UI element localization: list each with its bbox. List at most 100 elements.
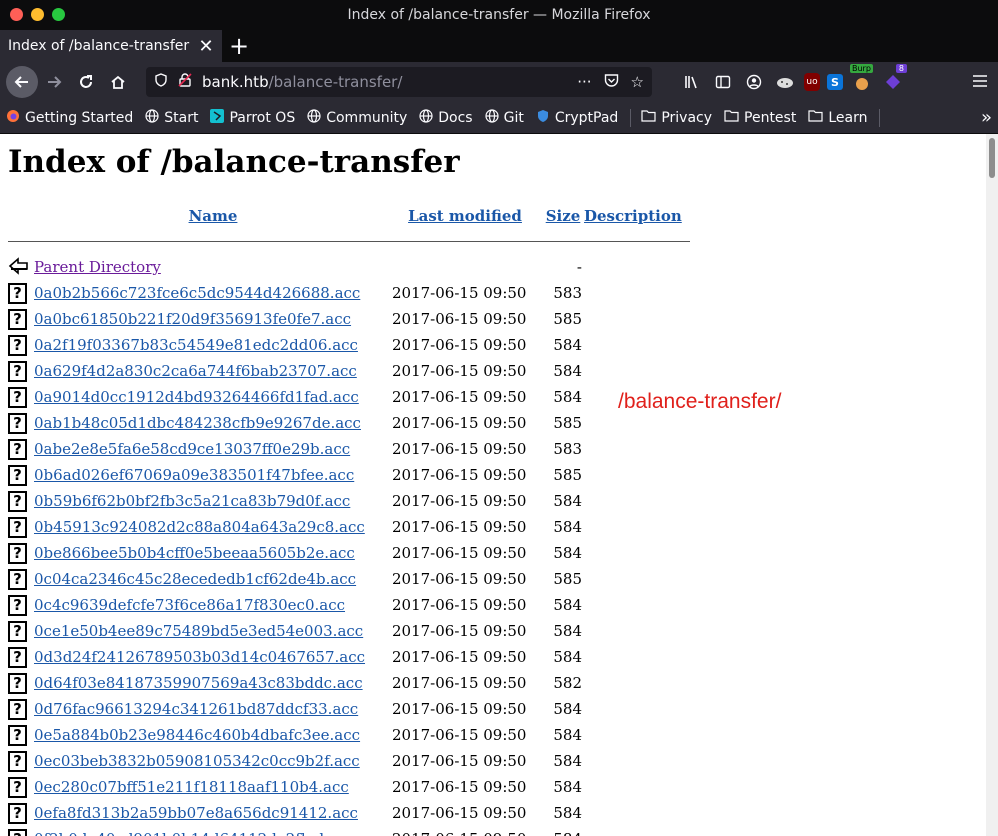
scrollbar-thumb[interactable]	[989, 138, 995, 178]
tab-close-icon[interactable]: ✕	[198, 36, 214, 57]
date-cell: 2017-06-15 09:50	[392, 336, 527, 354]
close-window-button[interactable]	[10, 8, 23, 21]
sidebar-icon[interactable]	[711, 70, 735, 94]
navigation-toolbar: bank.htb/balance-transfer/ ··· ☆ uo S Bu…	[0, 62, 998, 102]
bookmark-label: Getting Started	[25, 109, 134, 126]
bookmark-label: Git	[503, 109, 524, 126]
date-cell: 2017-06-15 09:50	[392, 284, 527, 302]
insecure-lock-icon[interactable]	[178, 73, 192, 91]
pocket-icon[interactable]	[604, 73, 619, 92]
date-cell: 2017-06-15 09:50	[392, 544, 527, 562]
file-link[interactable]: 0b59b6f62b0bf2fb3c5a21ca83b79d0f.acc	[34, 492, 350, 510]
forward-button[interactable]	[38, 66, 70, 98]
table-row: ? 0a9014d0cc1912d4bd93264466fd1fad.acc 201…	[8, 384, 690, 410]
parent-back-icon	[8, 255, 30, 275]
icon-cell: ?	[8, 488, 34, 514]
parent-directory-link[interactable]: Parent Directory	[34, 258, 161, 276]
file-link[interactable]: 0d64f03e84187359907569a43c83bddc.acc	[34, 674, 363, 692]
ublock-origin-icon[interactable]: uo	[804, 73, 820, 91]
size-cell: 582	[553, 674, 582, 692]
description-cell	[584, 748, 690, 774]
bookmark-getting-started[interactable]: Getting Started	[6, 109, 133, 127]
sort-by-modified-link[interactable]: Last modified	[408, 207, 522, 225]
home-button[interactable]	[102, 66, 134, 98]
date-cell: 2017-06-15 09:50	[392, 778, 527, 796]
name-cell: 0ec03beb3832b05908105342c0cc9b2f.acc	[34, 748, 392, 774]
bookmark-label: Privacy	[661, 109, 713, 126]
burp-label: Burp	[850, 64, 873, 73]
name-cell: Parent Directory	[34, 254, 392, 280]
unknown-file-icon: ?	[8, 308, 27, 330]
file-link[interactable]: 0e5a884b0b23e98446c460b4dbafc3ee.acc	[34, 726, 360, 744]
bookmark-folder-learn[interactable]: Learn	[808, 109, 867, 126]
bookmark-community[interactable]: Community	[307, 108, 407, 127]
date-cell: 2017-06-15 09:50	[392, 648, 527, 666]
bookmark-cryptpad[interactable]: CryptPad	[536, 109, 618, 127]
file-link[interactable]: 0a9014d0cc1912d4bd93264466fd1fad.acc	[34, 388, 359, 406]
unknown-file-icon: ?	[8, 516, 27, 538]
bookmark-folder-privacy[interactable]: Privacy	[641, 109, 712, 126]
file-link[interactable]: 0efa8fd313b2a59bb07e8a656dc91412.acc	[34, 804, 358, 822]
hamburger-menu-icon[interactable]	[972, 72, 988, 93]
burp-proxy-icon[interactable]: Burp	[850, 64, 874, 94]
url-bar[interactable]: bank.htb/balance-transfer/ ··· ☆	[146, 67, 652, 97]
minimize-window-button[interactable]	[31, 8, 44, 21]
bookmark-folder-pentest[interactable]: Pentest	[724, 109, 796, 126]
account-icon[interactable]	[742, 70, 766, 94]
file-link[interactable]: 0b45913c924082d2c88a804a643a29c8.acc	[34, 518, 365, 536]
file-link[interactable]: 0ec280c07bff51e211f18118aaf110b4.acc	[34, 778, 349, 796]
file-link[interactable]: 0ce1e50b4ee89c75489bd5e3ed54e003.acc	[34, 622, 363, 640]
skype-extension-icon[interactable]: S	[827, 74, 843, 90]
file-link[interactable]: 0be866bee5b0b4cff0e5beeaa5605b2e.acc	[34, 544, 355, 562]
sort-by-size-link[interactable]: Size	[546, 207, 581, 225]
size-cell: 584	[553, 778, 582, 796]
file-rows: ? 0a0b2b566c723fce6c5dc9544d426688.acc 201…	[8, 280, 690, 836]
file-link[interactable]: 0a2f19f03367b83c54549e81edc2dd06.acc	[34, 336, 358, 354]
more-bookmarks-chevron-icon[interactable]: »	[981, 107, 992, 128]
maximize-window-button[interactable]	[52, 8, 65, 21]
date-cell	[392, 254, 544, 280]
icon-cell: ?	[8, 436, 34, 462]
size-cell: 584	[553, 622, 582, 640]
table-row: ? 0f2b0da40cd901b0b14d64112da2fbab.acc 201…	[8, 826, 690, 836]
bookmark-parrot-os[interactable]: Parrot OS	[210, 108, 295, 127]
bookmark-star-icon[interactable]: ☆	[631, 73, 644, 91]
reload-button[interactable]	[70, 66, 102, 98]
file-link[interactable]: 0d76fac96613294c341261bd87ddcf33.acc	[34, 700, 358, 718]
file-link[interactable]: 0a629f4d2a830c2ca6a744f6bab23707.acc	[34, 362, 357, 380]
bookmark-git[interactable]: Git	[484, 108, 524, 127]
cookie-extension-icon[interactable]	[773, 70, 797, 94]
icon-cell: ?	[8, 670, 34, 696]
shield-icon	[536, 109, 550, 127]
unknown-file-icon: ?	[8, 672, 27, 694]
tab-balance-transfer[interactable]: Index of /balance-transfer ✕	[0, 30, 222, 62]
bookmark-docs[interactable]: Docs	[419, 108, 473, 127]
file-link[interactable]: 0abe2e8e5fa6e58cd9ce13037ff0e29b.acc	[34, 440, 350, 458]
file-link[interactable]: 0b6ad026ef67069a09e383501f47bfee.acc	[34, 466, 354, 484]
page-actions-icon[interactable]: ···	[577, 73, 591, 91]
file-link[interactable]: 0ec03beb3832b05908105342c0cc9b2f.acc	[34, 752, 360, 770]
new-tab-button[interactable]: +	[222, 30, 256, 62]
library-icon[interactable]	[680, 70, 704, 94]
page-scrollbar[interactable]	[986, 134, 998, 836]
name-cell: 0abe2e8e5fa6e58cd9ce13037ff0e29b.acc	[34, 436, 392, 462]
file-link[interactable]: 0d3d24f24126789503b03d14c0467657.acc	[34, 648, 365, 666]
back-button[interactable]	[6, 66, 38, 98]
file-link[interactable]: 0c4c9639defcfe73f6ce86a17f830ec0.acc	[34, 596, 345, 614]
unknown-file-icon: ?	[8, 438, 27, 460]
sort-by-description-link[interactable]: Description	[584, 207, 682, 225]
file-link[interactable]: 0ab1b48c05d1dbc484238cfb9e9267de.acc	[34, 414, 361, 432]
table-row: ? 0d64f03e84187359907569a43c83bddc.acc 201…	[8, 670, 690, 696]
file-link[interactable]: 0a0bc61850b221f20d9f356913fe0fe7.acc	[34, 310, 351, 328]
icon-cell: ?	[8, 514, 34, 540]
extension-badge-icon[interactable]: 8	[881, 64, 907, 94]
bookmark-start[interactable]: Start	[145, 108, 198, 127]
table-row: ? 0e5a884b0b23e98446c460b4dbafc3ee.acc 201…	[8, 722, 690, 748]
file-link[interactable]: 0a0b2b566c723fce6c5dc9544d426688.acc	[34, 284, 360, 302]
tracking-shield-icon[interactable]	[154, 73, 168, 91]
folder-icon	[724, 109, 739, 126]
file-link[interactable]: 0c04ca2346c45c28ecededb1cf62de4b.acc	[34, 570, 356, 588]
file-link[interactable]: 0f2b0da40cd901b0b14d64112da2fbab.acc	[34, 830, 360, 836]
sort-by-name-link[interactable]: Name	[189, 207, 238, 225]
icon-cell: ?	[8, 384, 34, 410]
